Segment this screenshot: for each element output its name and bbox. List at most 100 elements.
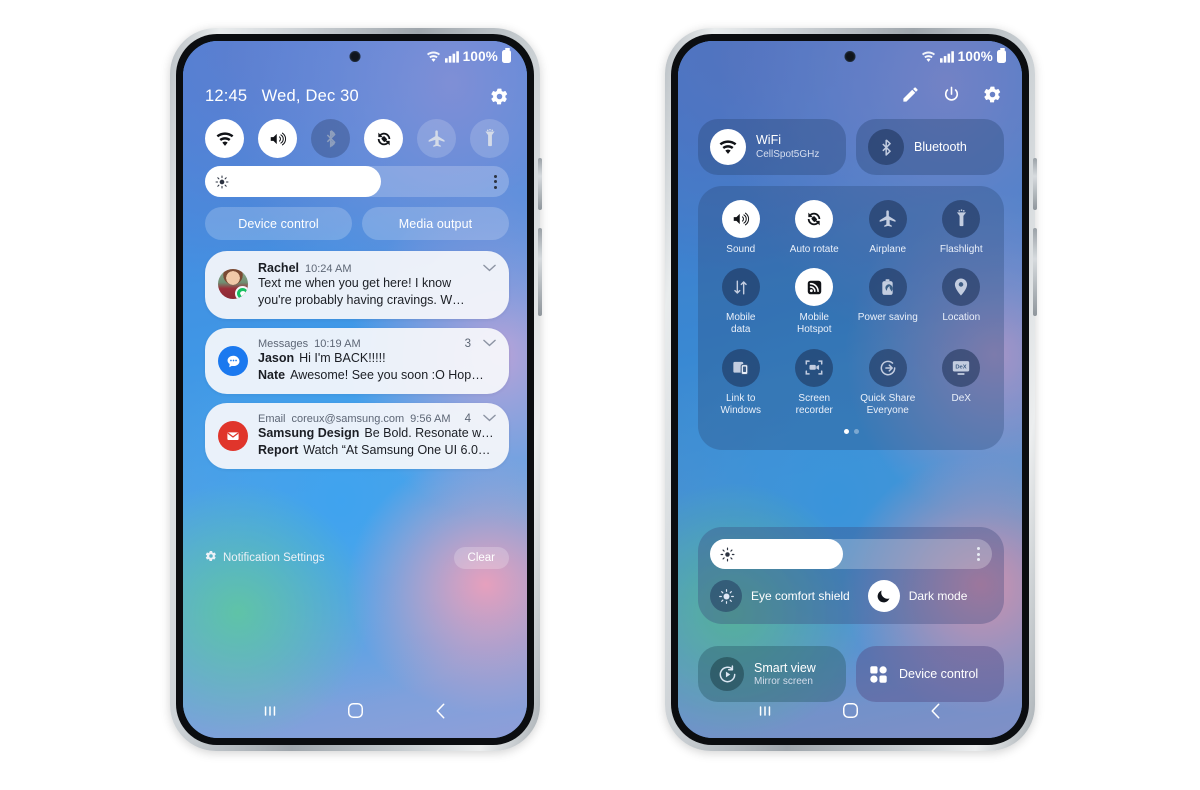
brightness-slider[interactable] (205, 166, 509, 197)
device-control-card[interactable]: Device control (856, 646, 1004, 702)
chevron-down-icon[interactable] (483, 264, 496, 272)
toggle-sound[interactable] (258, 119, 297, 158)
volume-button[interactable] (1033, 158, 1037, 210)
brightness-more-icon[interactable] (977, 547, 980, 561)
brightness-fill (710, 539, 843, 569)
back-icon[interactable] (433, 702, 449, 725)
device-control-button[interactable]: Device control (205, 207, 352, 240)
wifi-icon (710, 129, 746, 165)
recents-icon[interactable] (756, 703, 774, 724)
chevron-down-icon[interactable] (483, 414, 496, 422)
dark-mode-label: Dark mode (908, 589, 968, 603)
phone-right: 100% WiFi CellSpot5GHz Bluetooth Sound A… (665, 28, 1037, 751)
power-icon[interactable] (942, 85, 961, 109)
gear-icon[interactable] (983, 85, 1002, 109)
email-app-icon (218, 421, 248, 451)
navigation-bar (183, 696, 527, 730)
power-button[interactable] (538, 228, 542, 316)
home-icon[interactable] (346, 701, 365, 725)
tile-screen-recorder[interactable]: Screen recorder (778, 348, 852, 417)
power-button[interactable] (1033, 228, 1037, 316)
dark-mode-toggle[interactable]: Dark mode (867, 580, 968, 612)
eye-comfort-shield-toggle[interactable]: Eye comfort shield (710, 580, 850, 612)
screenshot-stage: 100% 12:45 Wed, Dec 30 Device control Me… (0, 0, 1200, 790)
notification-line-1: Samsung Design Be Bold. Resonate w… (258, 425, 496, 442)
tile-label: Airplane (869, 244, 907, 255)
brightness-more-icon[interactable] (494, 174, 497, 189)
page-indicator (704, 428, 998, 434)
chevron-down-icon[interactable] (483, 339, 496, 347)
brightness-slider[interactable] (710, 539, 992, 569)
toggle-auto-rotate[interactable] (364, 119, 403, 158)
volume-button[interactable] (538, 158, 542, 210)
smart-view-icon (710, 657, 744, 691)
tile-airplane[interactable]: Airplane (851, 200, 925, 256)
page-dot-2[interactable] (853, 428, 859, 434)
tile-quick-share[interactable]: Quick Share Everyone (851, 348, 925, 417)
device-control-text: Device control (899, 667, 978, 681)
gear-icon[interactable] (490, 87, 509, 106)
flashlight-icon (942, 200, 981, 238)
clock-time: 12:45 (205, 87, 248, 105)
dex-icon: DeX (942, 348, 981, 387)
home-icon[interactable] (841, 701, 860, 725)
notification-item-email[interactable]: Email coreux@samsung.com 9:56 AM 4 Samsu… (205, 403, 509, 469)
bluetooth-card[interactable]: Bluetooth (856, 119, 1004, 175)
clock-date[interactable]: 12:45 Wed, Dec 30 (205, 87, 359, 106)
notification-title: Rachel (258, 261, 299, 275)
quick-panel-header: 12:45 Wed, Dec 30 (205, 87, 509, 106)
connection-cards: WiFi CellSpot5GHz Bluetooth (698, 119, 1004, 175)
notification-item-messages[interactable]: Messages 10:19 AM 3 Jason Hi I'm BACK!!!!… (205, 328, 509, 394)
sound-icon (721, 200, 760, 238)
clock-date-label: Wed, Dec 30 (261, 87, 359, 105)
pencil-icon[interactable] (901, 85, 920, 109)
tile-label: Power saving (857, 312, 918, 324)
notification-sender-1: Samsung Design (258, 426, 360, 440)
notification-header: Messages 10:19 AM 3 (258, 338, 496, 350)
clear-button[interactable]: Clear (453, 547, 509, 569)
recents-icon[interactable] (261, 703, 279, 724)
notification-sender-2: Report (258, 442, 299, 457)
notification-text-2: Awesome! See you soon :O Hop… (290, 367, 484, 382)
tile-mobile-hotspot[interactable]: Mobile Hotspot (778, 268, 852, 336)
notification-settings-label[interactable]: Notification Settings (223, 552, 325, 564)
tile-label: DeX (951, 392, 971, 404)
gear-icon[interactable] (205, 549, 217, 567)
tile-flashlight[interactable]: Flashlight (925, 200, 999, 256)
auto-rotate-icon (795, 200, 834, 238)
notification-body: Email coreux@samsung.com 9:56 AM 4 Samsu… (258, 413, 496, 458)
tile-link-to-windows[interactable]: Link to Windows (704, 348, 778, 417)
tile-dex[interactable]: DeX DeX (925, 348, 999, 417)
battery-icon (502, 47, 511, 63)
notification-count: 3 (464, 338, 471, 350)
message-badge-icon (235, 286, 248, 299)
toggle-flashlight[interactable] (470, 119, 509, 158)
tile-location[interactable]: Location (925, 268, 999, 336)
notification-app-name: Messages (258, 338, 309, 350)
toggle-bluetooth[interactable] (311, 119, 350, 158)
smart-view-card[interactable]: Smart view Mirror screen (698, 646, 846, 702)
navigation-bar (678, 696, 1022, 730)
toggle-wifi[interactable] (205, 119, 244, 158)
tile-sound[interactable]: Sound (704, 200, 778, 256)
back-icon[interactable] (928, 702, 944, 725)
toggle-airplane[interactable] (417, 119, 456, 158)
media-output-button[interactable]: Media output (362, 207, 509, 240)
tile-label: Sound (726, 244, 756, 255)
wifi-card[interactable]: WiFi CellSpot5GHz (698, 119, 846, 175)
phone-left: 100% 12:45 Wed, Dec 30 Device control Me… (170, 28, 542, 751)
tile-mobile-data[interactable]: Mobile data (704, 268, 778, 336)
tile-power-saving[interactable]: Power saving (851, 268, 925, 336)
eye-comfort-label: Eye comfort shield (751, 589, 850, 603)
moon-icon (867, 580, 900, 612)
power-saving-icon (868, 268, 907, 307)
notification-body: Messages 10:19 AM 3 Jason Hi I'm BACK!!!!… (258, 338, 496, 383)
notification-item-rachel[interactable]: Rachel 10:24 AM Text me when you get her… (205, 251, 509, 319)
phone-right-bezel: 100% WiFi CellSpot5GHz Bluetooth Sound A… (671, 34, 1029, 745)
notification-sender-1: Jason (258, 351, 295, 365)
battery-percent: 100% (462, 49, 498, 64)
page-dot-1[interactable] (843, 428, 849, 434)
smart-view-sublabel: Mirror screen (754, 676, 813, 688)
tile-auto-rotate[interactable]: Auto rotate (778, 200, 852, 256)
tile-label: Mobile data (726, 312, 756, 336)
